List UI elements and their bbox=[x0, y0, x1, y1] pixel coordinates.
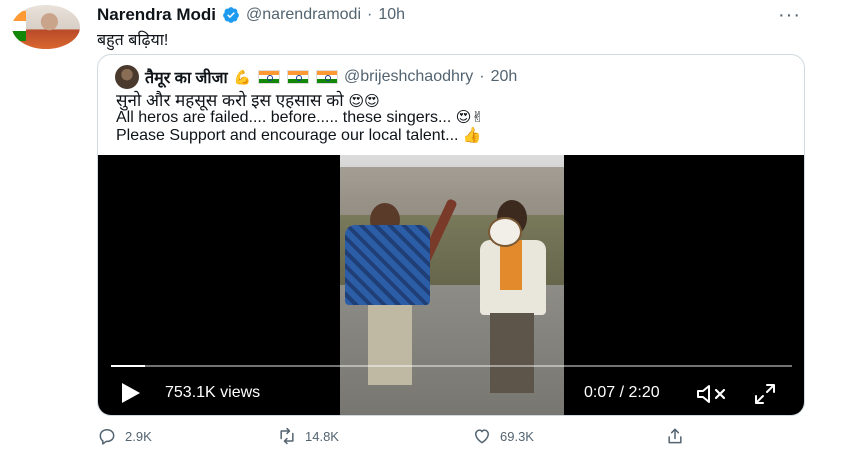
video-player[interactable]: 753.1K views 0:07 / 2:20 bbox=[98, 155, 804, 415]
heart-eyes-victory-emoji: 😍✌ bbox=[455, 109, 484, 126]
retweet-count: 14.8K bbox=[305, 428, 339, 444]
like-icon bbox=[475, 429, 489, 444]
video-scene-singer-1 bbox=[345, 225, 430, 305]
quoted-text-line-2-text: All heros are failed.... before..... the… bbox=[116, 109, 452, 126]
quoted-text-line-3: Please Support and encourage our local t… bbox=[116, 126, 482, 145]
more-icon[interactable]: ··· bbox=[778, 4, 801, 27]
video-scene-singer-1-legs bbox=[368, 305, 412, 385]
video-progress-bar[interactable] bbox=[111, 365, 792, 367]
quoted-author-name[interactable]: तैमूर का जीजा bbox=[145, 66, 228, 88]
mute-icon[interactable] bbox=[695, 382, 729, 406]
video-scene-scarf bbox=[500, 240, 522, 290]
author-handle[interactable]: @narendramodi bbox=[246, 6, 361, 24]
like-count: 69.3K bbox=[500, 428, 534, 444]
like-button[interactable]: 69.3K bbox=[472, 426, 534, 446]
india-flag-icon bbox=[287, 70, 310, 84]
tweet-header: Narendra Modi @narendramodi · 10h bbox=[97, 4, 405, 26]
view-count: 753.1K views bbox=[165, 384, 261, 401]
india-flag-icon bbox=[258, 70, 281, 84]
quoted-text-line-3-text: Please Support and encourage our local t… bbox=[116, 127, 459, 144]
flag-decoration bbox=[12, 11, 26, 41]
video-time-readout: 0:07 / 2:20 bbox=[584, 384, 660, 401]
video-scene-drum bbox=[488, 217, 522, 247]
quoted-author-handle[interactable]: @brijeshchaodhry bbox=[344, 68, 473, 86]
india-flag-icon bbox=[316, 70, 339, 84]
quoted-tweet-time[interactable]: 20h bbox=[491, 68, 518, 86]
quoted-author-avatar[interactable] bbox=[115, 65, 139, 89]
fullscreen-icon[interactable] bbox=[753, 382, 777, 406]
quoted-text-line-2: All heros are failed.... before..... the… bbox=[116, 108, 484, 127]
author-avatar[interactable] bbox=[12, 5, 80, 49]
quoted-tweet[interactable]: तैमूर का जीजा 💪 @brijeshchaodhry · 20h स… bbox=[97, 54, 805, 416]
reply-button[interactable]: 2.9K bbox=[97, 426, 152, 446]
separator-dot: · bbox=[479, 68, 485, 85]
flexed-biceps-emoji: 💪 bbox=[233, 68, 252, 85]
play-icon[interactable] bbox=[122, 383, 140, 403]
share-button[interactable] bbox=[665, 426, 685, 446]
retweet-button[interactable]: 14.8K bbox=[277, 426, 339, 446]
video-frame[interactable] bbox=[340, 155, 564, 415]
tweet-time[interactable]: 10h bbox=[378, 6, 405, 24]
share-icon bbox=[668, 428, 682, 444]
tweet-text: बहुत बढ़िया! bbox=[97, 32, 169, 49]
separator-dot: · bbox=[367, 6, 373, 23]
video-scene-singer-2-legs bbox=[490, 313, 534, 393]
retweet-icon bbox=[280, 427, 294, 445]
video-progress-fill bbox=[111, 365, 146, 367]
tweet-actions: 2.9K 14.8K 69.3K bbox=[97, 426, 717, 448]
quoted-tweet-header: तैमूर का जीजा 💪 @brijeshchaodhry · 20h bbox=[115, 65, 517, 89]
reply-icon bbox=[99, 429, 115, 445]
reply-count: 2.9K bbox=[125, 428, 152, 444]
tweet[interactable]: Narendra Modi @narendramodi · 10h ··· बह… bbox=[0, 0, 850, 450]
thumbs-up-emoji: 👍 bbox=[462, 127, 482, 144]
author-name[interactable]: Narendra Modi bbox=[97, 5, 216, 25]
verified-badge-icon bbox=[223, 7, 239, 23]
